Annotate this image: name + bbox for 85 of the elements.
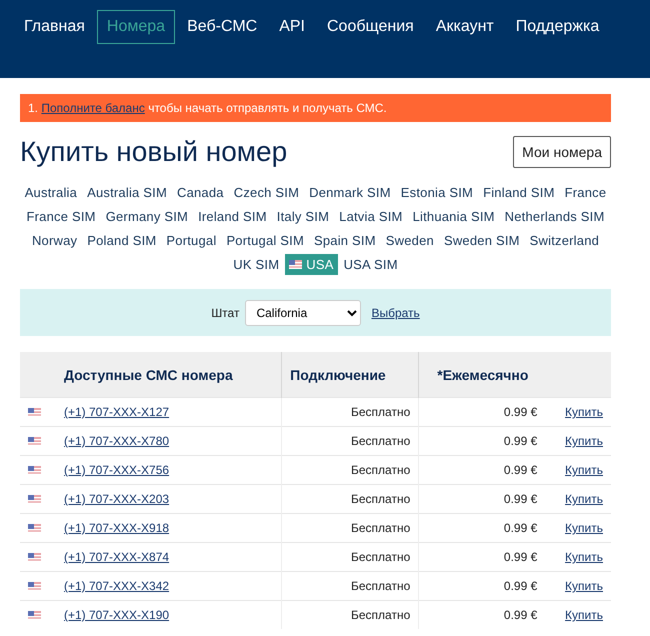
connection-cell: Бесплатно	[351, 521, 410, 535]
country-link[interactable]: Italy SIM	[272, 206, 334, 227]
country-link[interactable]: Lithuania SIM	[408, 206, 499, 227]
country-link[interactable]: Netherlands SIM	[500, 206, 608, 227]
country-link[interactable]: Poland SIM	[83, 230, 160, 251]
monthly-price-cell: 0.99 €	[504, 550, 538, 564]
connection-cell: Бесплатно	[351, 608, 410, 622]
us-flag-icon	[289, 260, 302, 269]
nav-link[interactable]: Веб-СМС	[177, 10, 268, 44]
country-link[interactable]: USA SIM	[340, 254, 402, 275]
phone-number-link[interactable]: (+1) 707-XXX-X342	[64, 579, 170, 593]
state-label: Штат	[211, 306, 240, 320]
monthly-price-cell: 0.99 €	[504, 521, 538, 535]
buy-link[interactable]: Купить	[565, 579, 603, 593]
country-link[interactable]: Spain SIM	[310, 230, 380, 251]
us-flag-icon	[28, 582, 41, 590]
state-select[interactable]: California	[245, 300, 362, 326]
us-flag-icon	[28, 466, 41, 474]
column-header: Подключение	[282, 352, 419, 398]
choose-link[interactable]: Выбрать	[371, 306, 420, 320]
monthly-price-cell: 0.99 €	[504, 492, 538, 506]
phone-number-link[interactable]: (+1) 707-XXX-X203	[64, 492, 170, 506]
monthly-price-cell: 0.99 €	[504, 463, 538, 477]
nav-link[interactable]: Сообщения	[317, 10, 424, 44]
country-link[interactable]: Portugal SIM	[222, 230, 308, 251]
country-link[interactable]: France	[560, 182, 610, 203]
country-link[interactable]: Switzerland	[526, 230, 604, 251]
country-link[interactable]: Norway	[28, 230, 82, 251]
us-flag-icon	[28, 408, 41, 416]
nav-link[interactable]: Номера	[96, 10, 176, 44]
buy-link[interactable]: Купить	[565, 405, 603, 419]
connection-cell: Бесплатно	[351, 463, 410, 477]
country-link[interactable]: Canada	[172, 182, 228, 203]
country-link[interactable]: Germany SIM	[102, 206, 192, 227]
buy-link[interactable]: Купить	[565, 550, 603, 564]
country-link[interactable]: Finland SIM	[479, 182, 559, 203]
country-link[interactable]: Sweden	[382, 230, 438, 251]
country-link[interactable]: Australia	[20, 182, 82, 203]
country-link[interactable]: Portugal	[162, 230, 220, 251]
connection-cell: Бесплатно	[351, 405, 410, 419]
us-flag-icon	[28, 494, 41, 504]
connection-cell: Бесплатно	[351, 550, 410, 564]
page-title: Купить новый номер	[20, 136, 288, 168]
phone-number-link[interactable]: (+1) 707-XXX-X874	[64, 550, 170, 564]
alert-text: чтобы начать отправлять и получать СМС.	[148, 101, 387, 115]
nav-link[interactable]: Поддержка	[506, 10, 610, 44]
connection-cell: Бесплатно	[351, 434, 410, 448]
us-flag-icon	[28, 552, 41, 562]
country-link[interactable]: France SIM	[22, 206, 100, 227]
buy-link[interactable]: Купить	[565, 492, 603, 506]
country-link[interactable]: Denmark SIM	[305, 182, 395, 203]
phone-number-link[interactable]: (+1) 707-XXX-X780	[64, 434, 170, 448]
country-link[interactable]: Australia SIM	[83, 182, 171, 203]
table-header	[20, 352, 56, 398]
country-link[interactable]: Latvia SIM	[335, 206, 407, 227]
monthly-price-cell: 0.99 €	[504, 405, 538, 419]
connection-cell: Бесплатно	[351, 579, 410, 593]
country-link[interactable]: UK SIM	[229, 254, 284, 275]
buy-link[interactable]: Купить	[565, 521, 603, 535]
buy-link[interactable]: Купить	[565, 463, 603, 477]
us-flag-icon	[28, 436, 41, 446]
nav-link[interactable]: Главная	[14, 10, 95, 44]
country-link[interactable]: Sweden SIM	[440, 230, 524, 251]
phone-number-link[interactable]: (+1) 707-XXX-X918	[64, 521, 170, 535]
monthly-price-cell: 0.99 €	[504, 579, 538, 593]
country-link[interactable]: Ireland SIM	[194, 206, 271, 227]
phone-number-link[interactable]: (+1) 707-XXX-X127	[64, 405, 170, 419]
phone-number-link[interactable]: (+1) 707-XXX-X190	[64, 608, 170, 622]
us-flag-icon	[28, 610, 41, 620]
nav-link[interactable]: API	[269, 10, 315, 44]
us-flag-icon	[28, 524, 41, 532]
my-numbers-button[interactable]: Мои номера	[513, 136, 611, 168]
monthly-price-cell: 0.99 €	[504, 434, 538, 448]
top-up-link[interactable]: Пополните баланс	[41, 101, 145, 115]
country-link[interactable]: Estonia SIM	[396, 182, 478, 203]
buy-link[interactable]: Купить	[565, 434, 603, 448]
column-header: *Ежемесячно	[418, 352, 611, 398]
alert-number: 1.	[28, 101, 38, 115]
buy-link[interactable]: Купить	[565, 608, 603, 622]
monthly-price-cell: 0.99 €	[504, 608, 538, 622]
connection-cell: Бесплатно	[351, 492, 410, 506]
phone-number-link[interactable]: (+1) 707-XXX-X756	[64, 463, 170, 477]
country-link[interactable]: Czech SIM	[230, 182, 304, 203]
column-header: Доступные СМС номера	[56, 352, 282, 398]
nav-link[interactable]: Аккаунт	[426, 10, 504, 44]
